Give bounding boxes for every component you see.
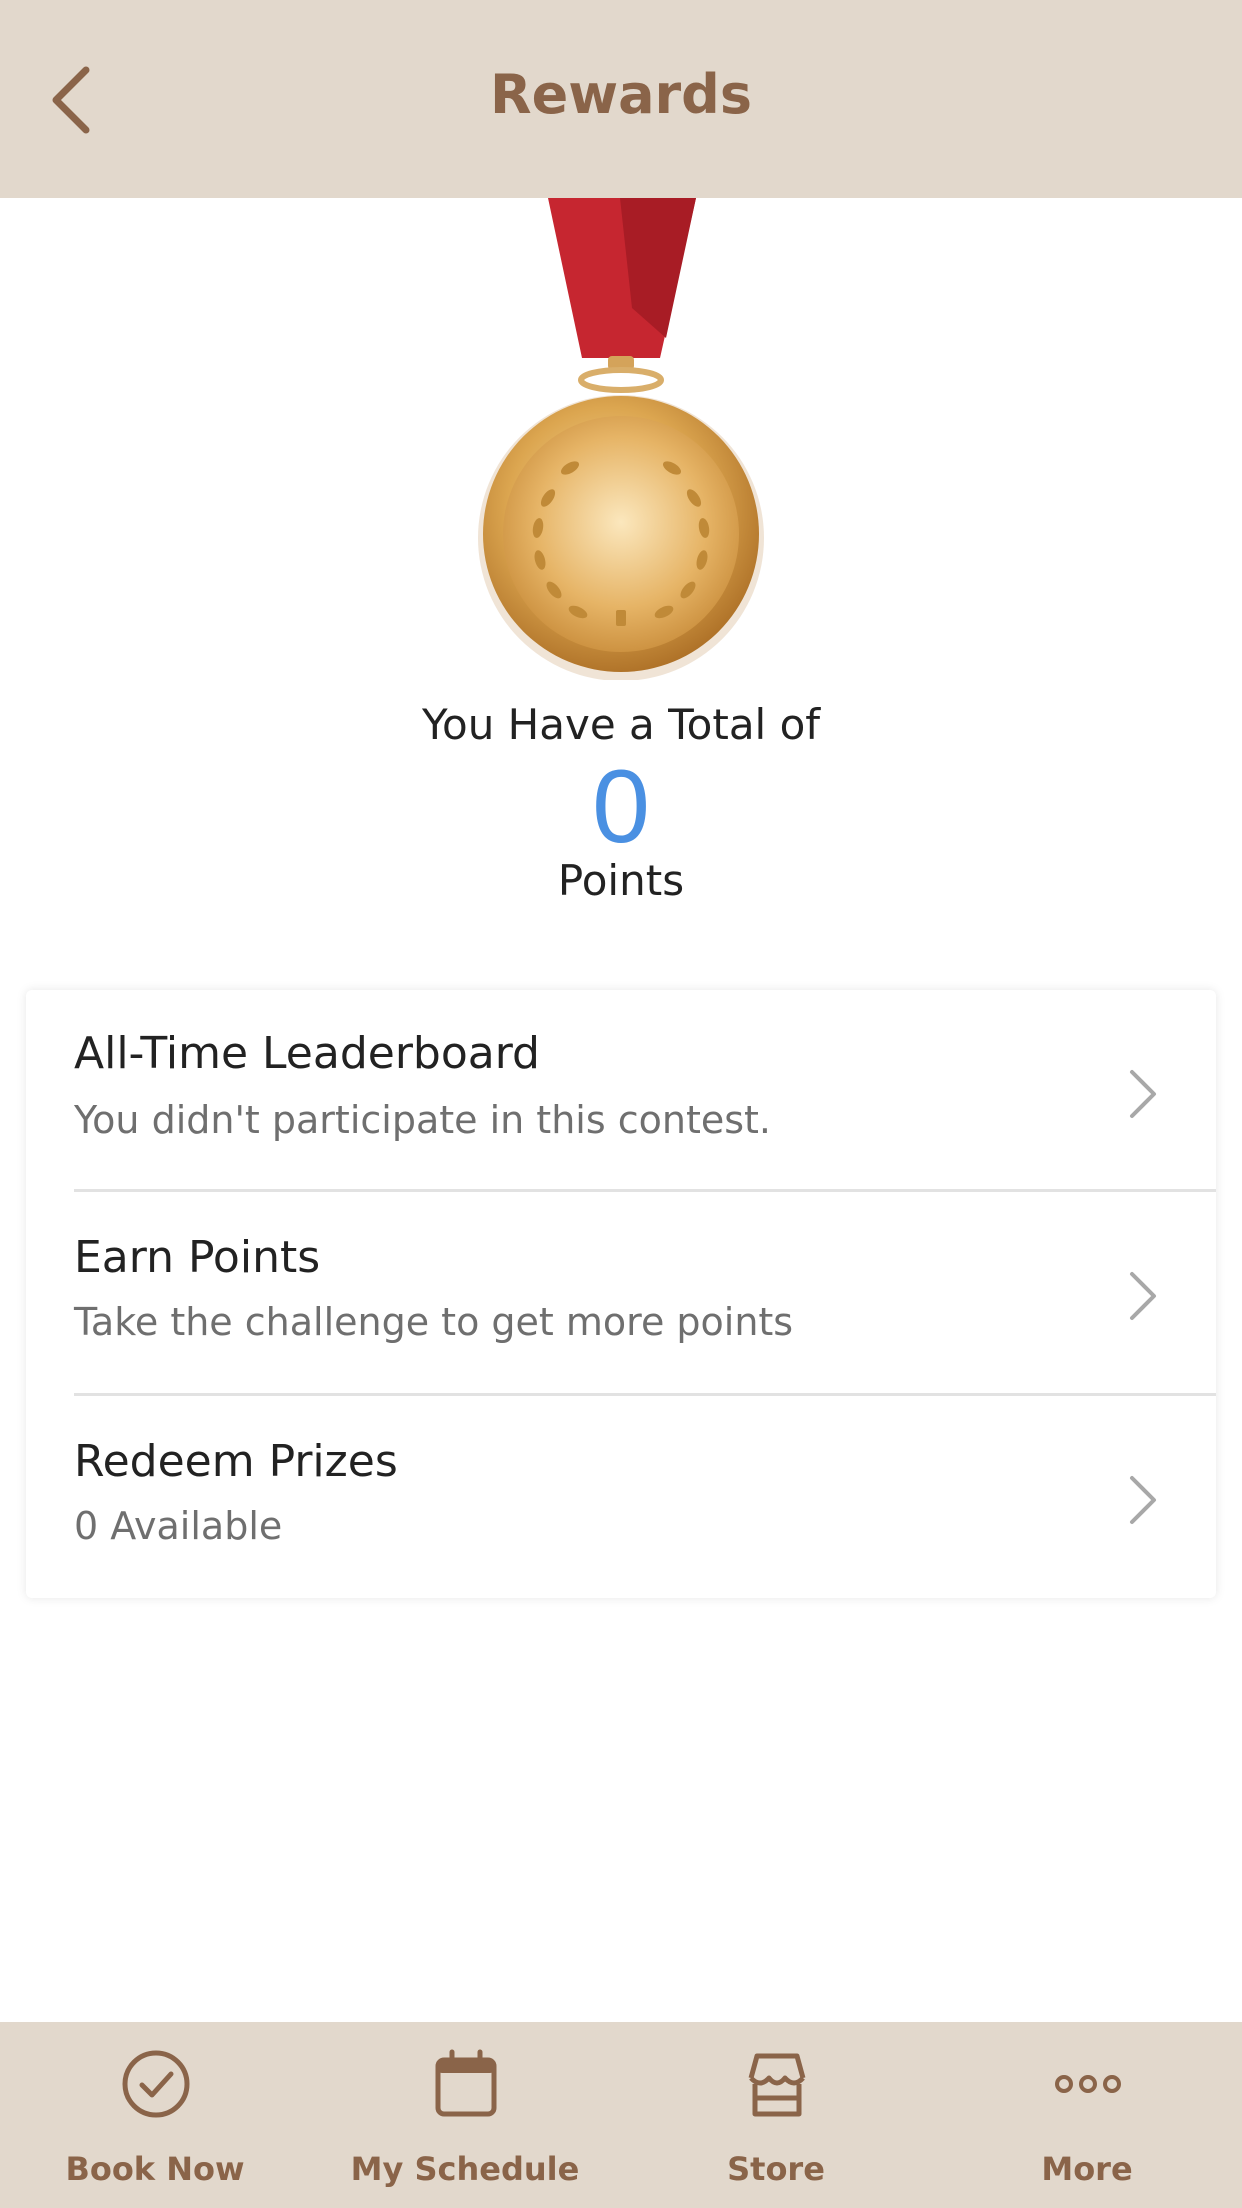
- chevron-right-icon: [1130, 1070, 1156, 1118]
- points-value: 0: [592, 749, 650, 865]
- menu-item-redeem-prizes[interactable]: Redeem Prizes 0 Available: [26, 1396, 1216, 1599]
- tab-label: My Schedule: [350, 2150, 580, 2188]
- tab-label: Book Now: [65, 2150, 245, 2188]
- menu-item-title: Redeem Prizes: [74, 1436, 398, 1487]
- tab-my-schedule[interactable]: My Schedule: [310, 2022, 620, 2208]
- page-title: Rewards: [490, 63, 752, 126]
- more-dots-icon: [1055, 2075, 1121, 2093]
- menu-item-earn-points[interactable]: Earn Points Take the challenge to get mo…: [26, 1192, 1216, 1395]
- menu-item-title: Earn Points: [74, 1232, 321, 1283]
- menu-item-subtitle: Take the challenge to get more points: [74, 1300, 794, 1344]
- rewards-menu-card: All-Time Leaderboard You didn't particip…: [26, 990, 1216, 1598]
- top-bar: Rewards: [0, 0, 1242, 198]
- menu-item-leaderboard[interactable]: All-Time Leaderboard You didn't particip…: [26, 990, 1216, 1193]
- store-icon: [748, 2053, 806, 2117]
- menu-item-subtitle: You didn't participate in this contest.: [74, 1098, 772, 1142]
- points-total-label: You Have a Total of: [421, 700, 821, 749]
- points-unit-label: Points: [557, 856, 685, 905]
- tab-store[interactable]: Store: [621, 2022, 931, 2208]
- menu-item-title: All-Time Leaderboard: [74, 1028, 540, 1079]
- tab-book-now[interactable]: Book Now: [0, 2022, 310, 2208]
- bottom-tab-bar: Book Now My Schedule Store More: [0, 2022, 1242, 2208]
- menu-item-subtitle: 0 Available: [74, 1504, 283, 1548]
- tab-label: More: [1041, 2150, 1133, 2188]
- tab-more[interactable]: More: [932, 2022, 1242, 2208]
- check-circle-icon: [122, 2050, 190, 2118]
- gold-medal-icon: [478, 198, 764, 680]
- tab-label: Store: [727, 2150, 825, 2188]
- chevron-right-icon: [1130, 1476, 1156, 1524]
- calendar-icon: [435, 2049, 497, 2117]
- chevron-right-icon: [1130, 1272, 1156, 1320]
